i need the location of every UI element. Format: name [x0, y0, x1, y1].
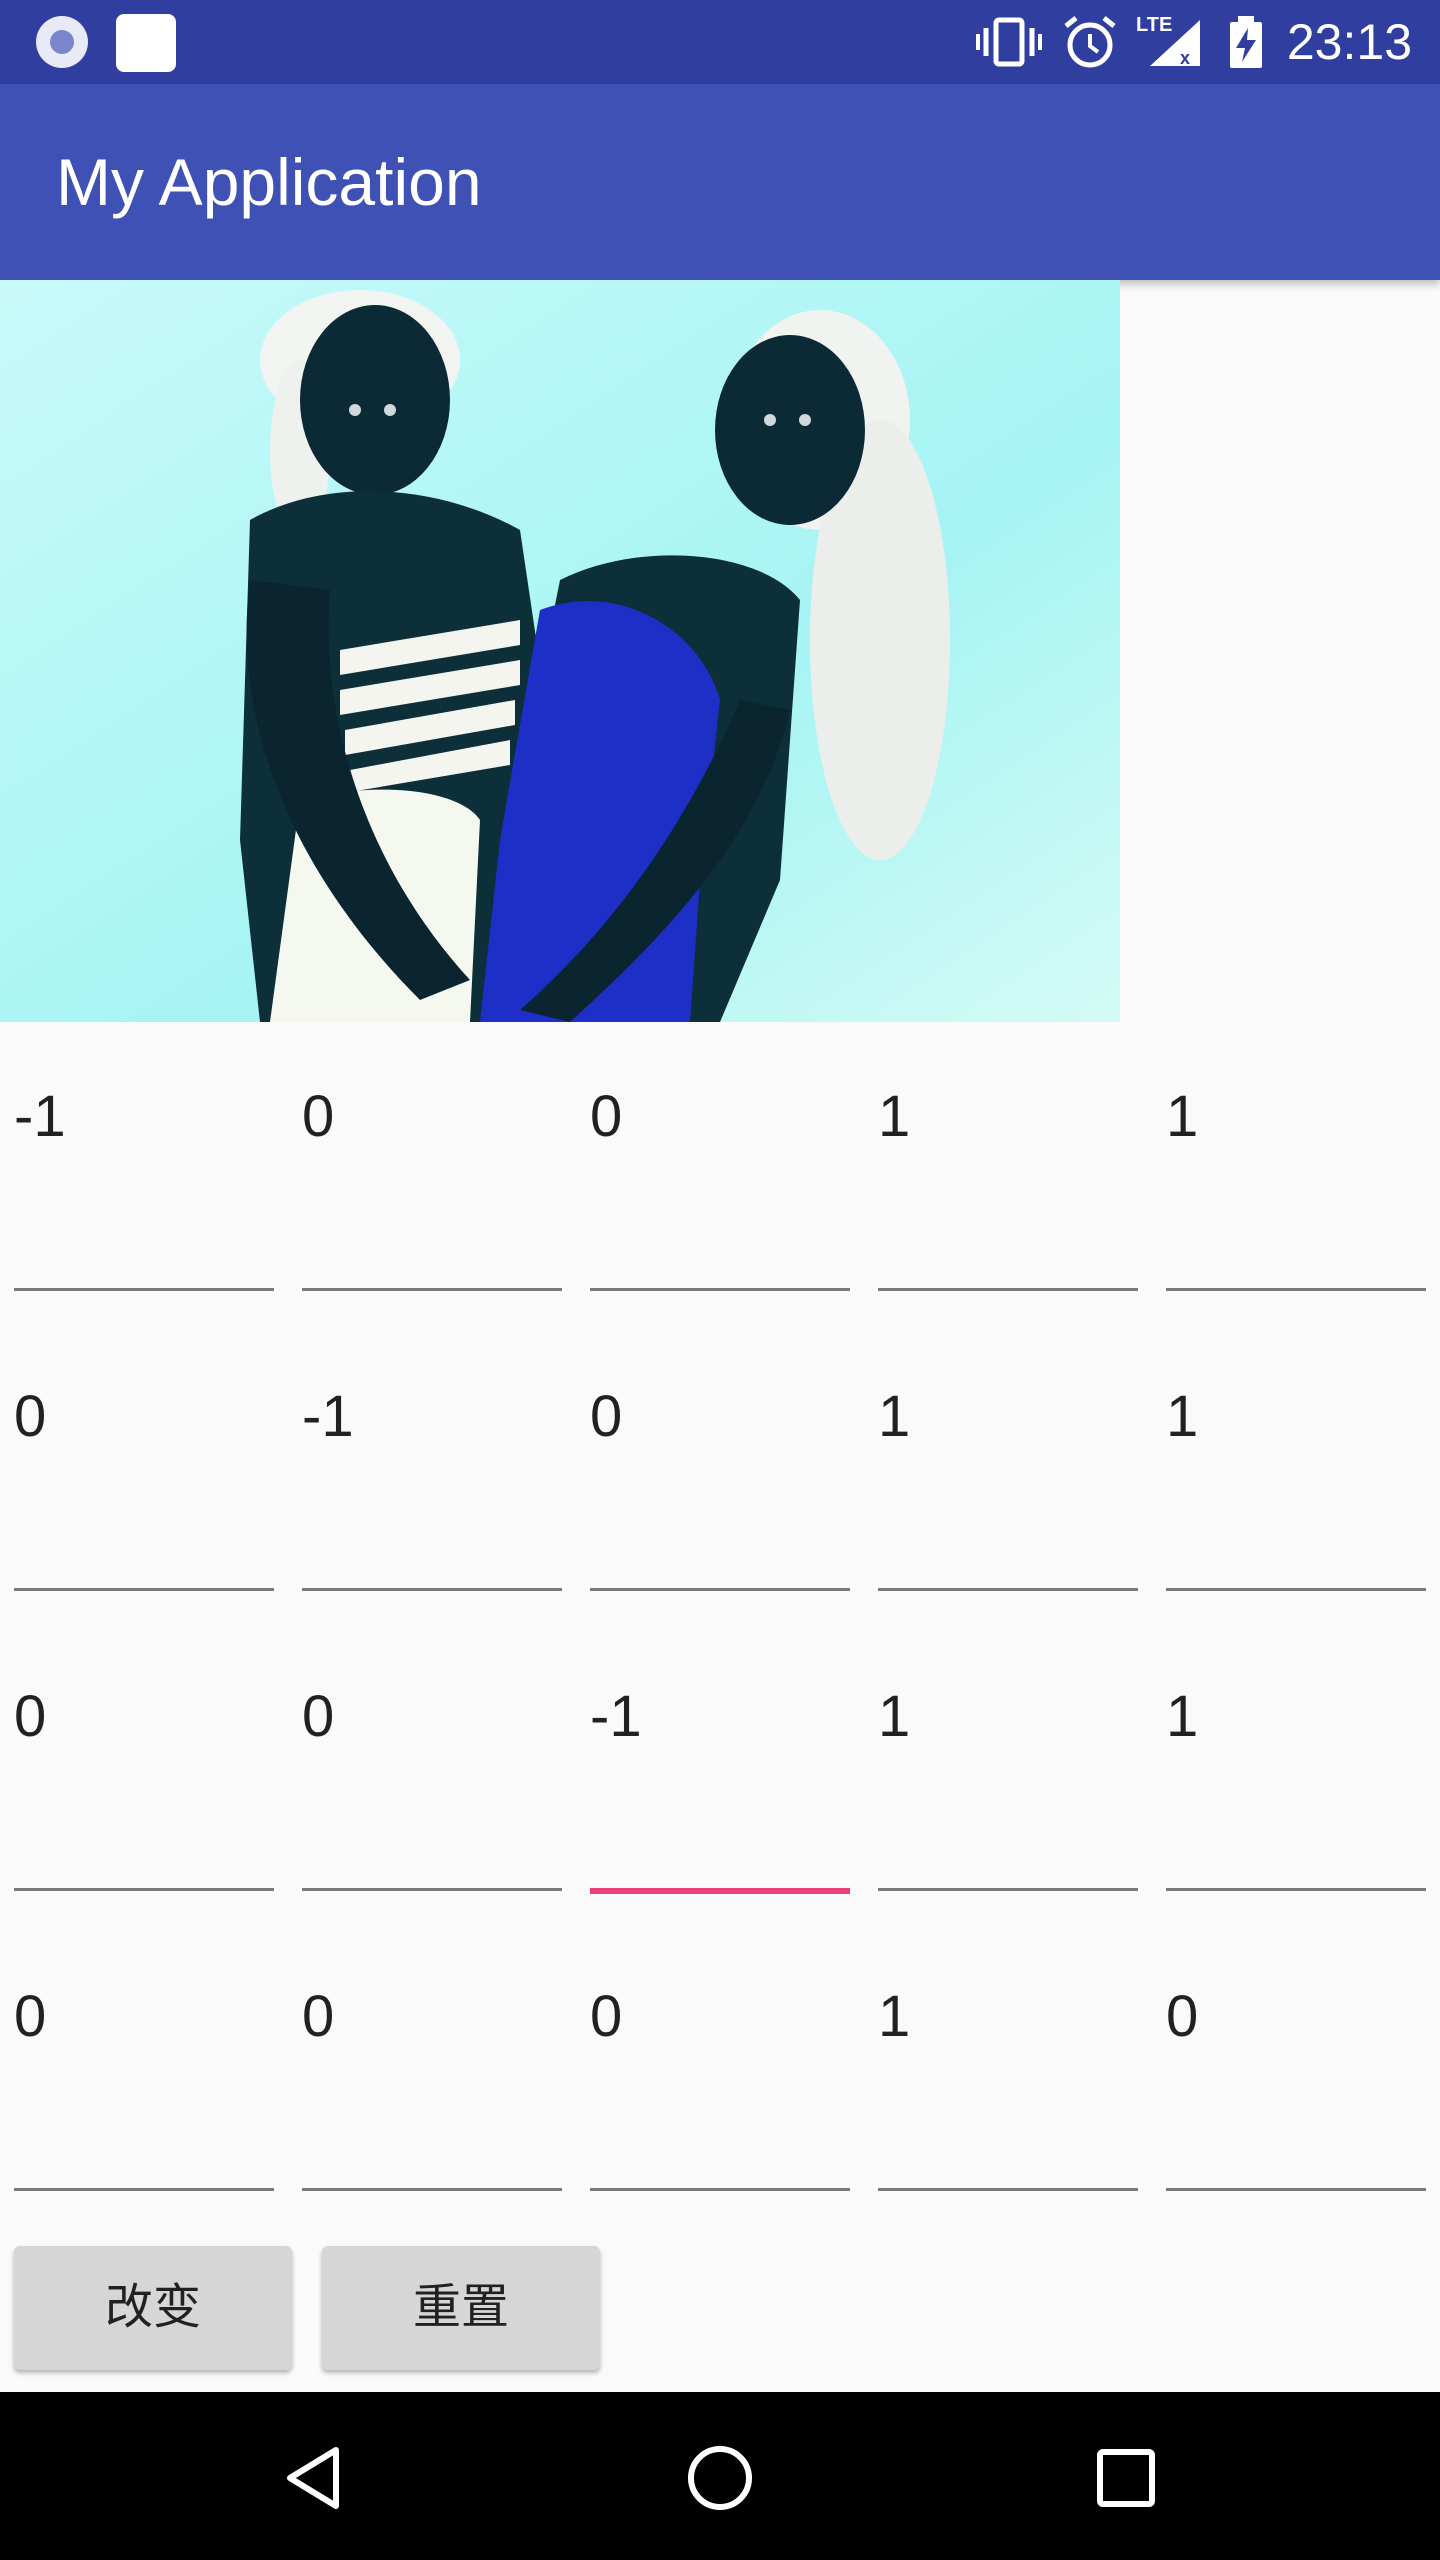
reset-button[interactable]: 重置	[322, 2246, 600, 2370]
battery-charging-icon	[1230, 16, 1262, 68]
matrix-input-value: -1	[14, 1084, 66, 1149]
matrix-input-value: -1	[590, 1684, 642, 1749]
input-underline	[1166, 2188, 1426, 2191]
matrix-input-value: 0	[590, 1984, 623, 2049]
media-icon	[36, 16, 88, 68]
matrix-input-r3-c2[interactable]: 0	[302, 1622, 562, 1896]
matrix-input-value: 1	[878, 1984, 911, 2049]
recents-icon[interactable]	[1096, 2448, 1156, 2508]
input-underline	[1166, 1588, 1426, 1591]
matrix-input-r4-c3[interactable]: 0	[590, 1922, 850, 2196]
matrix-input-r2-c1[interactable]: 0	[14, 1322, 274, 1596]
input-underline	[590, 1288, 850, 1291]
matrix-input-r3-c4[interactable]: 1	[878, 1622, 1138, 1896]
matrix-input-r1-c2[interactable]: 0	[302, 1022, 562, 1296]
matrix-input-r1-c4[interactable]: 1	[878, 1022, 1138, 1296]
photo-image	[0, 280, 1120, 1022]
matrix-input-r1-c5[interactable]: 1	[1166, 1022, 1426, 1296]
vibrate-icon	[976, 17, 1042, 67]
matrix-input-r3-c1[interactable]: 0	[14, 1622, 274, 1896]
matrix-input-r4-c1[interactable]: 0	[14, 1922, 274, 2196]
input-underline	[590, 2188, 850, 2191]
matrix-input-r3-c3[interactable]: -1	[590, 1622, 850, 1896]
matrix-input-value: 0	[302, 1984, 335, 2049]
status-time: 23:13	[1286, 14, 1412, 70]
back-icon[interactable]	[284, 2446, 344, 2510]
matrix-input-r4-c5[interactable]: 0	[1166, 1922, 1426, 2196]
input-underline	[302, 1888, 562, 1891]
input-underline	[1166, 1888, 1426, 1891]
input-underline	[878, 1288, 1138, 1291]
signal-icon: x	[1150, 20, 1200, 68]
input-underline	[14, 1888, 274, 1891]
input-underline	[302, 2188, 562, 2191]
input-underline	[14, 1288, 274, 1291]
matrix-input-value: 1	[1166, 1684, 1199, 1749]
matrix-input-value: 0	[302, 1084, 335, 1149]
matrix-input-r3-c5[interactable]: 1	[1166, 1622, 1426, 1896]
navigation-bar	[0, 2392, 1440, 2560]
matrix-input-value: 1	[878, 1684, 911, 1749]
input-underline	[878, 1888, 1138, 1891]
input-underline	[590, 1588, 850, 1591]
matrix-input-value: 0	[1166, 1984, 1199, 2049]
page-title: My Application	[56, 145, 482, 219]
alarm-icon	[1064, 16, 1116, 68]
matrix-input-value: 1	[878, 1384, 911, 1449]
input-underline	[302, 1288, 562, 1291]
input-underline	[14, 2188, 274, 2191]
matrix-input-value: 1	[878, 1084, 911, 1149]
home-icon[interactable]	[686, 2444, 754, 2512]
status-bar: LTE x 23:13	[0, 0, 1440, 84]
matrix-input-value: 1	[1166, 1384, 1199, 1449]
matrix-input-value: 0	[14, 1384, 47, 1449]
matrix-input-r1-c1[interactable]: -1	[14, 1022, 274, 1296]
matrix-input-r2-c3[interactable]: 0	[590, 1322, 850, 1596]
photo-illustration	[0, 280, 1120, 1022]
svg-text:x: x	[1180, 48, 1190, 68]
input-underline	[302, 1588, 562, 1591]
matrix-input-value: 0	[14, 1984, 47, 2049]
matrix-input-value: 0	[590, 1384, 623, 1449]
input-underline	[1166, 1288, 1426, 1291]
matrix-input-r1-c3[interactable]: 0	[590, 1022, 850, 1296]
matrix-input-r2-c5[interactable]: 1	[1166, 1322, 1426, 1596]
matrix-input-value: 1	[1166, 1084, 1199, 1149]
app-bar: My Application	[0, 84, 1440, 280]
matrix-input-value: -1	[302, 1384, 354, 1449]
matrix-input-value: 0	[302, 1684, 335, 1749]
notification-icon	[116, 14, 176, 72]
matrix-input-r4-c2[interactable]: 0	[302, 1922, 562, 2196]
matrix-input-r2-c4[interactable]: 1	[878, 1322, 1138, 1596]
input-underline	[14, 1588, 274, 1591]
input-underline	[878, 1588, 1138, 1591]
matrix-input-r2-c2[interactable]: -1	[302, 1322, 562, 1596]
matrix-input-value: 0	[14, 1684, 47, 1749]
matrix-input-value: 0	[590, 1084, 623, 1149]
input-underline	[878, 2188, 1138, 2191]
input-underline	[590, 1888, 850, 1894]
change-button[interactable]: 改变	[14, 2246, 292, 2370]
matrix-input-r4-c4[interactable]: 1	[878, 1922, 1138, 2196]
